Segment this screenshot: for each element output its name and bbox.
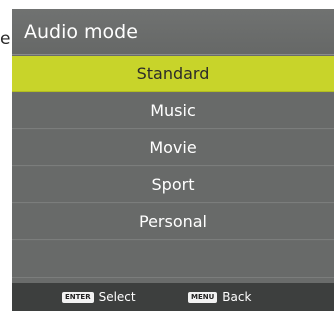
menu-title: Audio mode — [12, 9, 334, 55]
partial-edge-text: e — [0, 29, 11, 49]
back-hint: MENU Back — [188, 290, 251, 304]
menu-item-label: Sport — [151, 175, 195, 194]
menu-key-icon: MENU — [188, 291, 218, 303]
menu-item-sport[interactable]: Sport — [12, 167, 334, 203]
tv-screen: e Audio mode Standard Music Movie Sport … — [0, 0, 334, 311]
select-hint: ENTER Select — [62, 290, 136, 304]
menu-item-label: Personal — [138, 212, 207, 231]
footer-hints: ENTER Select MENU Back — [12, 283, 334, 311]
select-hint-label: Select — [98, 290, 136, 304]
menu-item-label: Music — [150, 101, 196, 120]
menu-item-music[interactable]: Music — [12, 93, 334, 129]
back-hint-label: Back — [222, 290, 252, 304]
menu-list: Standard Music Movie Sport Personal — [12, 56, 334, 278]
menu-item-movie[interactable]: Movie — [12, 130, 334, 166]
menu-item-label: Movie — [149, 138, 197, 157]
menu-item-label: Standard — [136, 64, 210, 83]
menu-item-personal[interactable]: Personal — [12, 204, 334, 240]
menu-item-empty — [12, 241, 334, 278]
enter-key-icon: ENTER — [62, 291, 94, 303]
audio-mode-menu: Audio mode Standard Music Movie Sport Pe… — [12, 9, 334, 311]
menu-item-standard[interactable]: Standard — [12, 56, 334, 92]
